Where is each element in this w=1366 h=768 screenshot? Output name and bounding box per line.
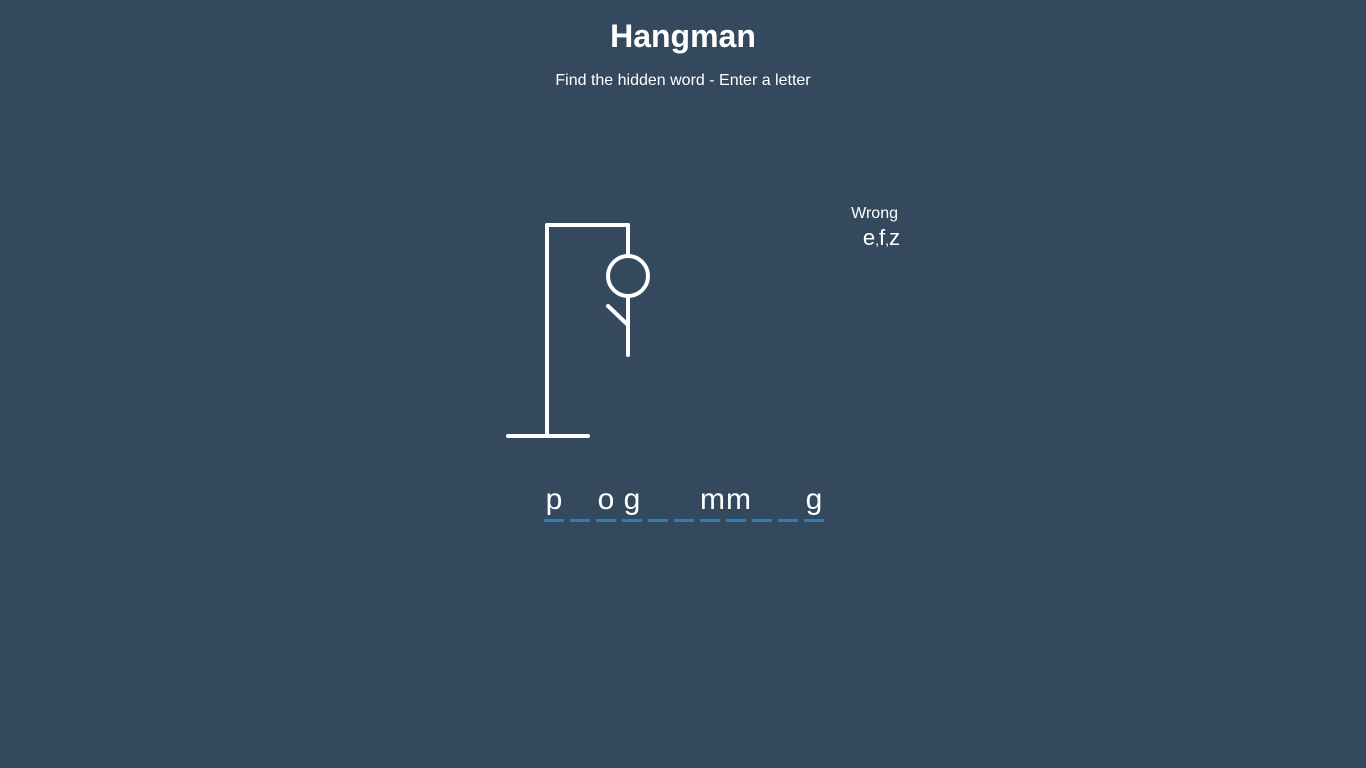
letter-slot: g <box>622 478 642 522</box>
letter-slot: g <box>804 478 824 522</box>
letter-slot <box>570 478 590 522</box>
wrong-letter: z <box>889 225 900 250</box>
hangman-figure <box>506 223 650 438</box>
wrong-letters-label: Wrong <box>851 205 898 222</box>
wrong-letters-list: e,f,z <box>830 225 900 251</box>
page-subtitle: Find the hidden word - Enter a letter <box>555 72 811 89</box>
letter-slot: p <box>544 478 564 522</box>
wrong-letters-panel: Wrong e,f,z <box>830 205 900 251</box>
letter-slot: o <box>596 478 616 522</box>
letter-slot: m <box>700 478 725 522</box>
letter-slot <box>752 478 772 522</box>
hidden-word: p o g m m g <box>541 478 827 522</box>
letter-slot <box>778 478 798 522</box>
letter-slot: m <box>726 478 751 522</box>
hangman-head <box>606 254 650 298</box>
game-container: Hangman Find the hidden word - Enter a l… <box>0 0 1366 768</box>
letter-slot <box>674 478 694 522</box>
page-title: Hangman <box>610 18 756 54</box>
wrong-letter: e <box>862 225 876 250</box>
letter-slot <box>648 478 668 522</box>
hangman-left-arm <box>606 304 630 327</box>
